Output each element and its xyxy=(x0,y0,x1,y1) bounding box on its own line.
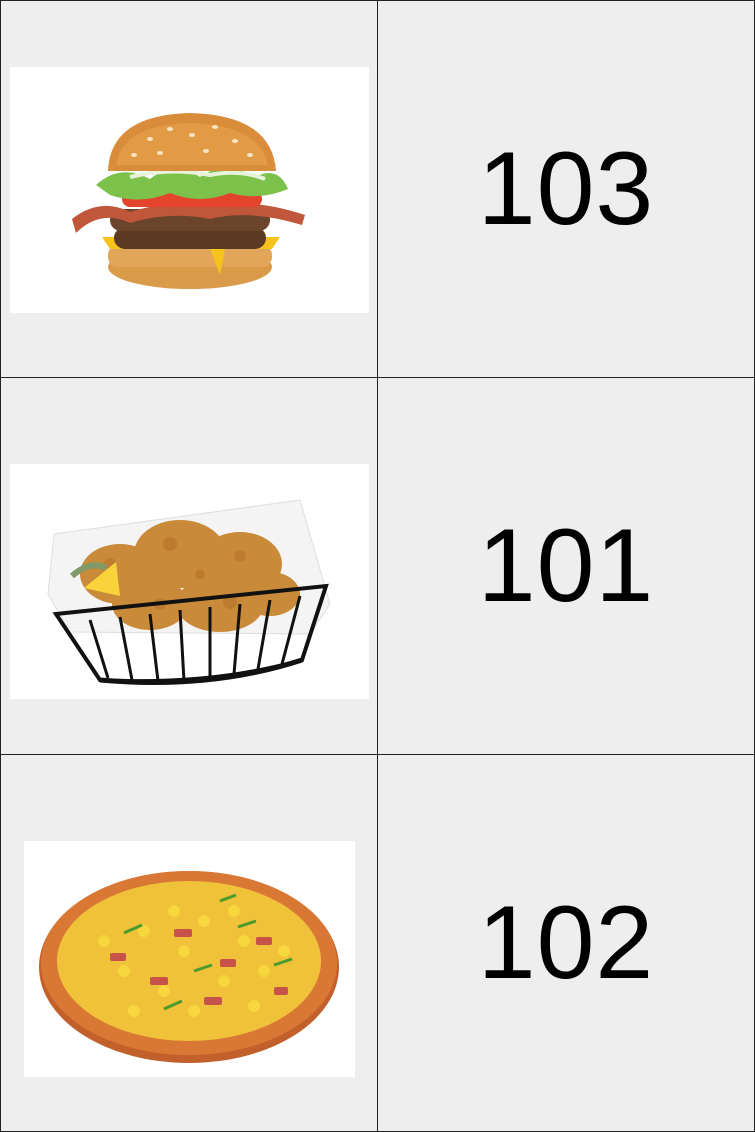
pizza-icon xyxy=(39,871,339,1063)
number-cell: 101 xyxy=(378,378,755,755)
item-number: 101 xyxy=(477,507,655,624)
food-image-cell xyxy=(1,755,378,1132)
item-number: 103 xyxy=(477,130,655,247)
table-row: 101 xyxy=(1,378,755,755)
fried-chicken-image[interactable] xyxy=(10,464,369,699)
burger-icon xyxy=(72,113,305,289)
table-row: 103 xyxy=(1,1,755,378)
pizza-image[interactable] xyxy=(24,841,355,1077)
number-cell: 103 xyxy=(378,1,755,378)
burger-image[interactable] xyxy=(10,67,369,313)
number-cell: 102 xyxy=(378,755,755,1132)
food-image-cell xyxy=(1,378,378,755)
fried-chicken-icon xyxy=(47,499,331,685)
item-number: 102 xyxy=(477,884,655,1001)
food-image-cell xyxy=(1,1,378,378)
food-number-table: 103 101 102 xyxy=(0,0,755,1132)
table-row: 102 xyxy=(1,755,755,1132)
